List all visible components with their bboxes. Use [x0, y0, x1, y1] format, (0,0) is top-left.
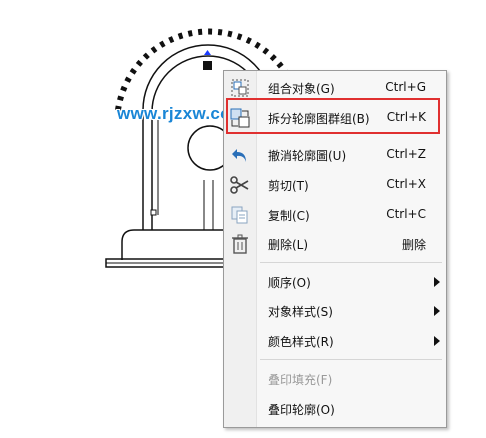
menu-item-object-styles[interactable]: 对象样式(S) — [224, 297, 446, 325]
menu-item-label: 删除(L) — [268, 238, 309, 252]
menu-item-shortcut: Ctrl+X — [386, 177, 426, 191]
base-dome — [121, 229, 228, 260]
menu-item-label: 叠印轮廓(O) — [268, 403, 335, 417]
highlight-box — [226, 98, 440, 134]
undo-icon — [232, 149, 246, 162]
copy-icon — [231, 206, 248, 224]
menu-item-label: 组合对象(G) — [268, 82, 335, 96]
menu-item-delete[interactable]: 删除(L) 删除 — [224, 230, 446, 258]
menu-item-cut[interactable]: 剪切(T) Ctrl+X — [224, 171, 446, 199]
menu-item-label: 复制(C) — [268, 209, 310, 223]
menu-item-overprint-outline[interactable]: 叠印轮廓(O) — [224, 395, 446, 423]
menu-item-color-styles[interactable]: 颜色样式(R) — [224, 327, 446, 355]
menu-item-shortcut: Ctrl+C — [386, 207, 426, 221]
selection-handle-arrow[interactable] — [204, 50, 211, 55]
menu-item-label: 颜色样式(R) — [268, 335, 334, 349]
scissors-icon — [230, 176, 249, 194]
menu-item-copy[interactable]: 复制(C) Ctrl+C — [224, 201, 446, 229]
trash-icon — [232, 234, 248, 254]
menu-item-label: 对象样式(S) — [268, 305, 333, 319]
menu-item-undo-contour[interactable]: 撤消轮廓圖(U) Ctrl+Z — [224, 141, 446, 169]
menu-item-shortcut: Ctrl+G — [385, 80, 426, 94]
menu-separator — [260, 359, 442, 360]
submenu-arrow-icon — [434, 336, 440, 346]
group-objects-icon — [231, 79, 249, 97]
submenu-arrow-icon — [434, 277, 440, 287]
menu-item-label: 剪切(T) — [268, 179, 309, 193]
top-handle[interactable] — [203, 61, 212, 70]
menu-item-shortcut: 删除 — [401, 238, 426, 252]
corner-node[interactable] — [150, 209, 157, 216]
menu-item-label: 叠印填充(F) — [268, 373, 333, 387]
submenu-arrow-icon — [434, 306, 440, 316]
menu-separator — [260, 262, 442, 263]
menu-item-shortcut: Ctrl+Z — [386, 147, 426, 161]
menu-item-order[interactable]: 顺序(O) — [224, 268, 446, 296]
menu-item-label: 撤消轮廓圖(U) — [268, 149, 347, 163]
menu-item-label: 顺序(O) — [268, 276, 311, 290]
menu-item-overprint-fill: 叠印填充(F) — [224, 365, 446, 393]
